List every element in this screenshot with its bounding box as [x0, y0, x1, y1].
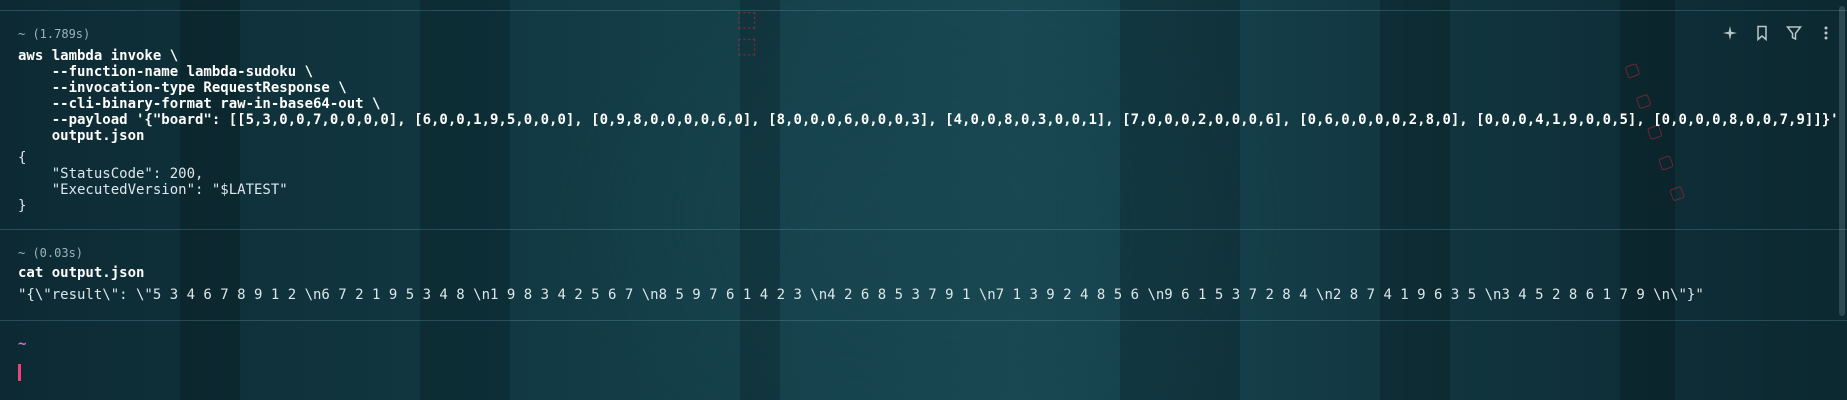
- sparkle-icon[interactable]: [1721, 24, 1739, 42]
- filter-icon[interactable]: [1785, 24, 1803, 42]
- prompt-symbol: ~: [18, 336, 27, 352]
- output-line: "StatusCode": 200,: [18, 166, 204, 182]
- command-line: aws lambda invoke \: [18, 48, 179, 64]
- command-line: output.json: [18, 128, 145, 144]
- command-line: --cli-binary-format raw-in-base64-out \: [18, 96, 381, 112]
- output-line: }: [18, 198, 27, 214]
- command-line: --invocation-type RequestResponse \: [18, 80, 347, 96]
- more-icon[interactable]: [1817, 24, 1835, 42]
- output-line: {: [18, 150, 27, 166]
- block-toolbar: [1721, 24, 1835, 42]
- scrollbar[interactable]: [1839, 6, 1845, 316]
- block-divider: [0, 320, 1847, 321]
- command-line: cat output.json: [18, 265, 145, 281]
- block-divider: [0, 10, 1847, 11]
- input-cursor[interactable]: [18, 364, 21, 381]
- command-line: --function-name lambda-sudoku \: [18, 64, 314, 80]
- block-meta: ~ (0.03s): [18, 246, 84, 260]
- output-line: "ExecutedVersion": "$LATEST": [18, 182, 288, 198]
- output-line: "{\"result\": \"5 3 4 6 7 8 9 1 2 \n6 7 …: [18, 287, 1704, 303]
- block-divider: [0, 229, 1847, 230]
- bookmark-icon[interactable]: [1753, 24, 1771, 42]
- command-line: --payload '{"board": [[5,3,0,0,7,0,0,0,0…: [18, 112, 1847, 128]
- block-meta: ~ (1.789s): [18, 27, 91, 41]
